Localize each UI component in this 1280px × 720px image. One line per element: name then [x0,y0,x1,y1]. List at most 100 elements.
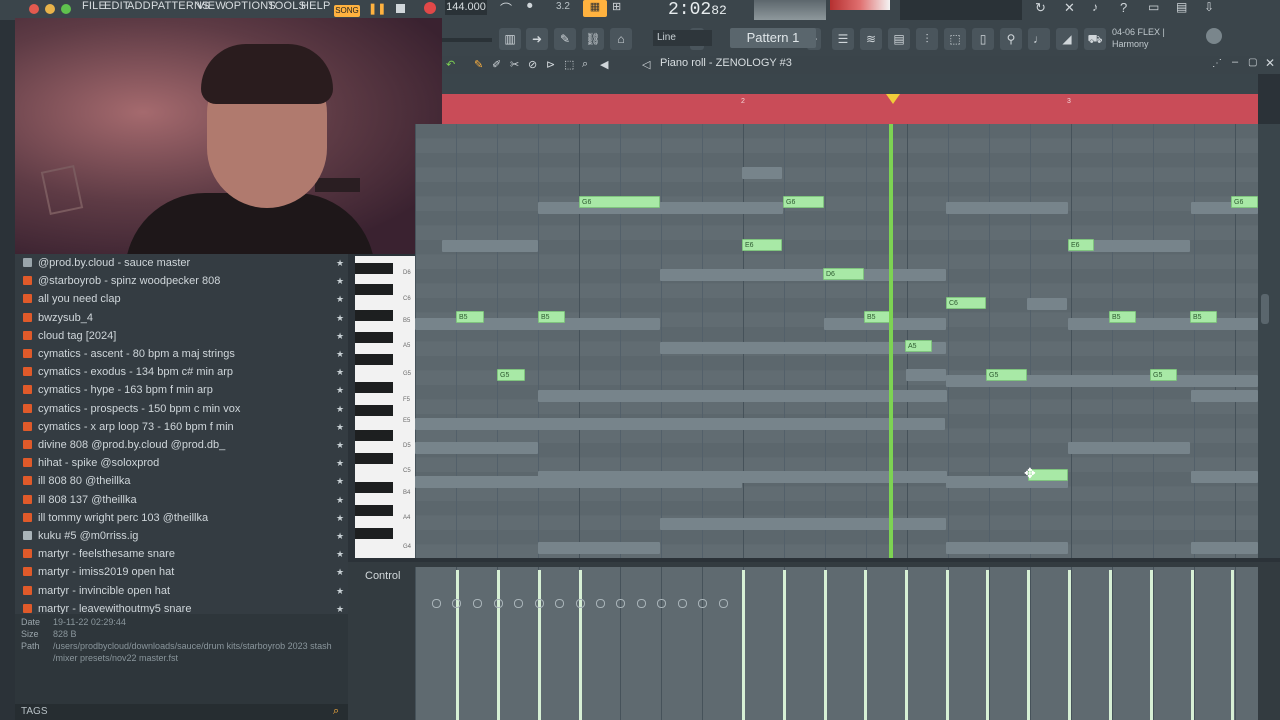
star-icon[interactable]: ★ [336,345,344,363]
note[interactable]: A5 [905,340,932,352]
tools-icon[interactable]: ✕ [1064,0,1084,18]
browser-item[interactable]: ill 808 80 @theillka ★ [15,472,348,490]
browser-item[interactable]: bwzysub_4 ★ [15,309,348,327]
note[interactable]: B5 [1190,311,1217,323]
black-key[interactable] [355,430,393,441]
channel-rack-icon[interactable]: ≋ [860,28,882,50]
step-edit-icon[interactable]: ▦ [583,0,607,17]
star-icon[interactable]: ★ [336,545,344,563]
browser-item[interactable]: cymatics - prospects - 150 bpm c min vox… [15,400,348,418]
star-icon[interactable]: ★ [336,254,344,272]
minimize-window-icon[interactable] [45,4,55,14]
velocity-handle[interactable] [535,599,544,608]
record-icon[interactable] [424,2,436,14]
tempo-display[interactable]: 144.000 [445,0,487,15]
browser-item[interactable]: cymatics - exodus - 134 bpm c# min arp ★ [15,363,348,381]
menu-edit[interactable]: EDIT [104,0,130,12]
velocity-handle[interactable] [616,599,625,608]
note[interactable]: G5 [986,369,1027,381]
black-key[interactable] [355,382,393,393]
browser-item[interactable]: martyr - invincible open hat ★ [15,582,348,600]
browser-item[interactable]: cloud tag [2024] ★ [15,327,348,345]
black-key[interactable] [355,310,393,321]
countdown-icon[interactable]: 3.2 [556,1,578,15]
speaker-icon[interactable]: ◀ [600,58,608,71]
note[interactable]: B5 [864,311,891,323]
black-key[interactable] [355,332,393,343]
star-icon[interactable]: ★ [336,527,344,545]
cart-icon[interactable]: ⛟ [1084,28,1106,50]
velocity-bar[interactable] [538,570,541,720]
star-icon[interactable]: ★ [336,454,344,472]
snap-select[interactable]: Line [653,30,712,46]
note[interactable]: G6 [783,196,824,208]
plugin-icon[interactable]: ⚲ [1000,28,1022,50]
black-key[interactable] [355,528,393,539]
mute-tool-icon[interactable]: ⊘ [528,58,537,71]
help-icon[interactable]: ? [1120,0,1140,18]
close-window-icon[interactable] [29,4,39,14]
star-icon[interactable]: ★ [336,418,344,436]
arrow-back-icon[interactable]: ↶ [446,58,455,71]
star-icon[interactable]: ★ [336,563,344,581]
control-label[interactable]: Control [365,570,400,582]
undo-history-icon[interactable]: ↻ [1035,0,1055,18]
velocity-bar[interactable] [1109,570,1112,720]
menu-view[interactable]: VIEW [197,0,226,12]
delete-tool-icon[interactable]: ✂ [510,58,519,71]
save-icon[interactable]: ▭ [1148,0,1168,18]
velocity-handle[interactable] [494,599,503,608]
timeline-loop-region[interactable]: 2 3 [442,94,1258,124]
star-icon[interactable]: ★ [336,309,344,327]
browser-item[interactable]: @prod.by.cloud - sauce master ★ [15,254,348,272]
song-position-display[interactable]: 2:0282 [668,0,727,20]
black-key[interactable] [355,453,393,464]
black-key[interactable] [355,505,393,516]
velocity-handle[interactable] [452,599,461,608]
star-icon[interactable]: ★ [336,509,344,527]
zoom-tool-icon[interactable]: ⌕ [582,58,588,71]
velocity-handle[interactable] [473,599,482,608]
velocity-bar[interactable] [1027,570,1030,720]
equalizer-icon[interactable]: ⫶ [916,28,938,50]
note[interactable]: E6 [1068,239,1094,251]
draw-tool-icon[interactable]: ✎ [474,58,483,71]
velocity-handle[interactable] [719,599,728,608]
browser-item[interactable]: cymatics - x arp loop 73 - 160 bpm f min… [15,418,348,436]
black-key[interactable] [355,263,393,274]
black-key[interactable] [355,482,393,493]
velocity-handle[interactable] [637,599,646,608]
metronome-icon[interactable]: ⌒ [500,0,520,16]
velocity-bar[interactable] [783,570,786,720]
note[interactable]: C6 [946,297,986,309]
star-icon[interactable]: ★ [336,472,344,490]
minimize-icon[interactable]: – [1232,56,1238,68]
browser-item[interactable]: martyr - feelsthesame snare ★ [15,545,348,563]
velocity-handle[interactable] [596,599,605,608]
star-icon[interactable]: ★ [336,272,344,290]
note-grid[interactable]: G6 G6 G6 E6 E6 D6 C6 B5 B5 B5 B5 B5 A5 G5 G5 G5 [415,124,1258,558]
velocity-handle[interactable] [657,599,666,608]
window-menu-icon[interactable]: ⋰ [1212,58,1222,69]
black-key[interactable] [355,284,393,295]
tags-bar[interactable]: TAGS ⌕ [15,704,348,720]
velocity-bar[interactable] [1068,570,1071,720]
note[interactable]: B5 [1109,311,1136,323]
piano-roll-icon[interactable]: ▤ [888,28,910,50]
browser-item[interactable]: ill 808 137 @theillka ★ [15,491,348,509]
velocity-bar[interactable] [905,570,908,720]
note[interactable]: G5 [497,369,525,381]
file-icon[interactable]: ▯ [972,28,994,50]
master-volume-slider[interactable] [830,0,890,10]
black-key[interactable] [355,354,393,365]
playlist-icon[interactable]: ▥ [499,28,521,50]
velocity-handle[interactable] [514,599,523,608]
download-icon[interactable]: ⇩ [1204,0,1224,18]
black-key[interactable] [355,405,393,416]
close-icon[interactable]: ✕ [1265,56,1275,70]
select-tool-icon[interactable]: ⬚ [564,58,574,71]
note[interactable]: B5 [538,311,565,323]
velocity-lane[interactable] [415,567,1258,720]
velocity-bar[interactable] [986,570,989,720]
song-mode-toggle[interactable]: SONG [334,5,360,17]
